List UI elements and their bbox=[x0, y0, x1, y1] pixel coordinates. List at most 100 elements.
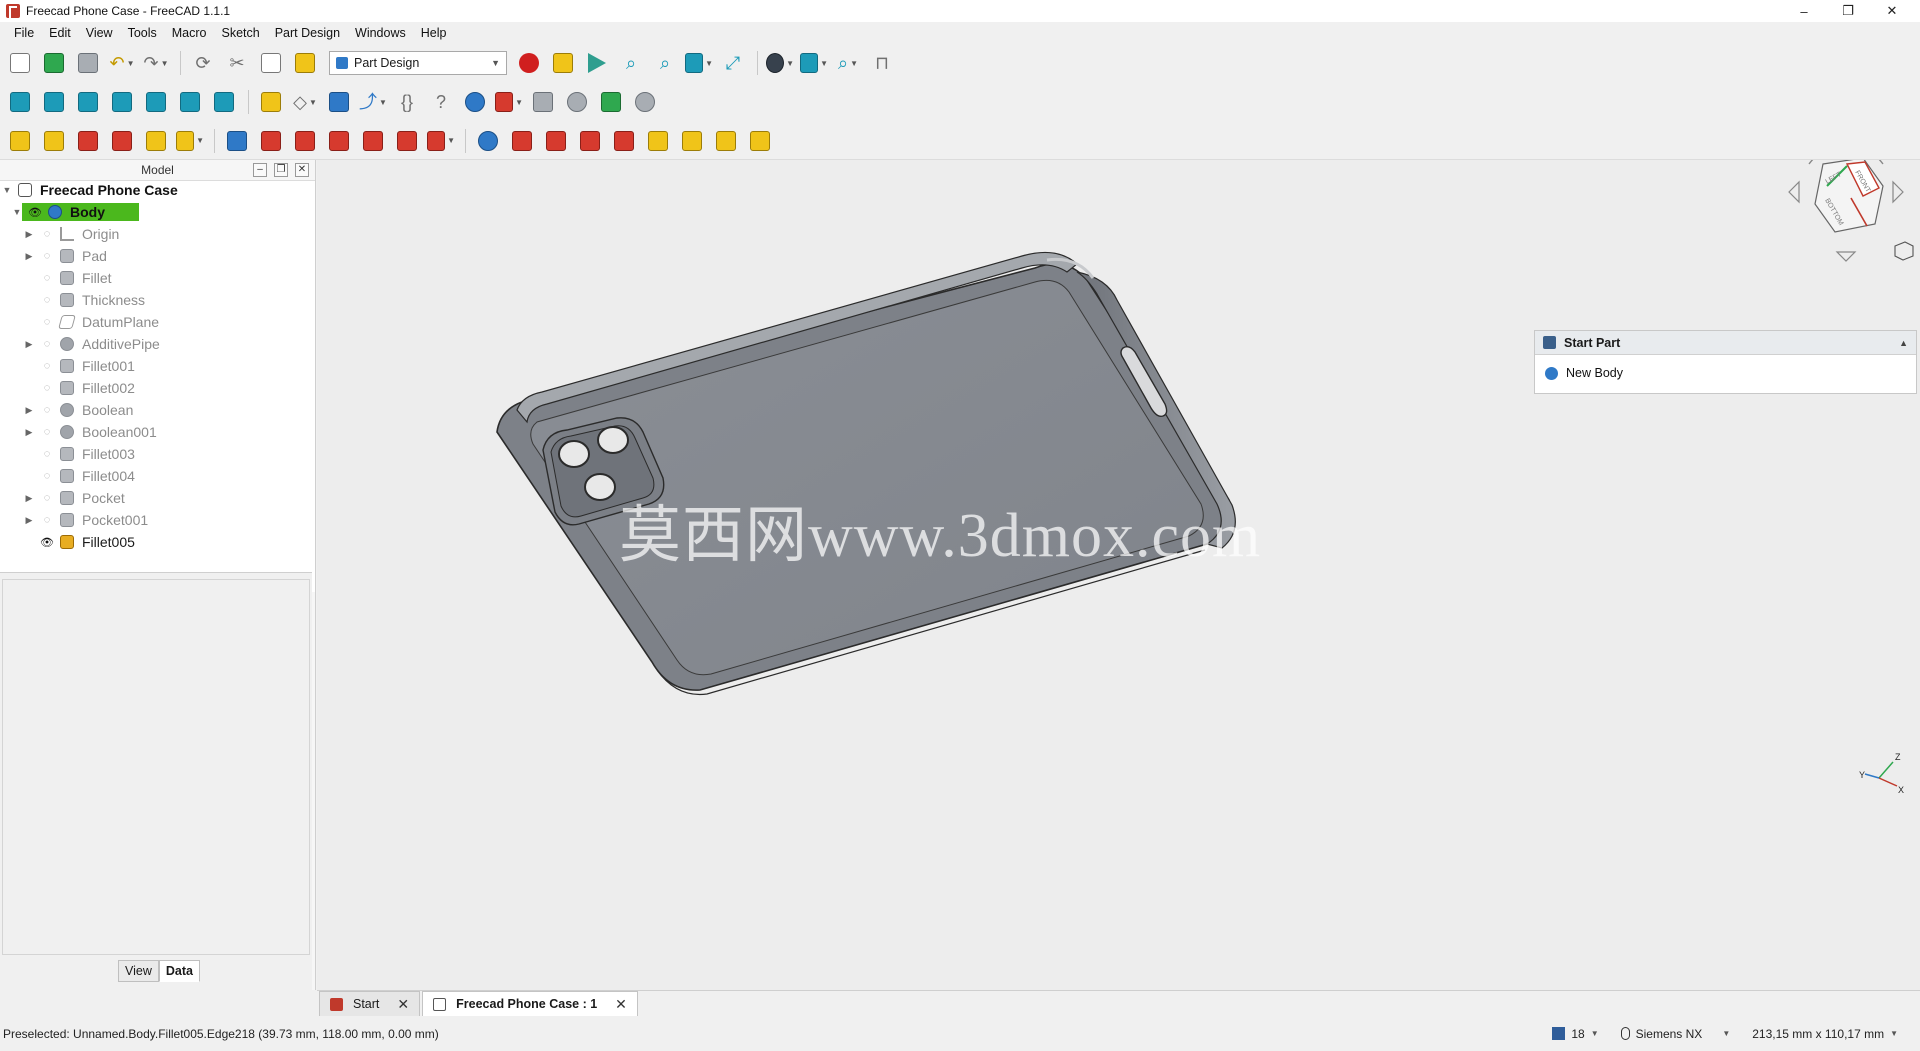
navcube-arrow-down[interactable] bbox=[1835, 251, 1857, 262]
navcube-arrow-right[interactable] bbox=[1892, 180, 1904, 204]
hidden-eye-icon[interactable]: ◌ bbox=[40, 272, 54, 284]
tree-item-fillet002[interactable]: ◌ Fillet002 bbox=[24, 377, 135, 399]
view-right-button[interactable] bbox=[108, 88, 136, 116]
view-top-button[interactable] bbox=[74, 88, 102, 116]
subtractive-pipe-button[interactable] bbox=[359, 127, 387, 155]
redo-button[interactable]: ↷ ▼ bbox=[142, 49, 170, 77]
minimize-button[interactable]: – bbox=[1782, 0, 1826, 22]
expand-arrow-icon[interactable]: ▶ bbox=[24, 251, 34, 262]
body-button[interactable] bbox=[461, 88, 489, 116]
measure-button[interactable]: ⤢ bbox=[719, 49, 747, 77]
fillet-button[interactable] bbox=[508, 127, 536, 155]
tree-item-thickness[interactable]: ◌ Thickness bbox=[24, 289, 145, 311]
hidden-eye-icon[interactable]: ◌ bbox=[40, 228, 54, 240]
tree-item-fillet004[interactable]: ◌ Fillet004 bbox=[24, 465, 135, 487]
tree-item-boolean[interactable]: ▶ ◌ Boolean bbox=[24, 399, 134, 421]
subtractive-loft-button[interactable] bbox=[325, 127, 353, 155]
expand-arrow-icon[interactable]: ▼ bbox=[2, 185, 12, 195]
additive-loft-button[interactable] bbox=[74, 127, 102, 155]
multi-transform-button[interactable] bbox=[746, 127, 774, 155]
menu-part-design[interactable]: Part Design bbox=[269, 26, 349, 40]
tree-item-fillet005[interactable]: 👁 Fillet005 bbox=[24, 531, 135, 553]
boolean-button[interactable] bbox=[474, 127, 502, 155]
navigation-cube[interactable]: LEFT FRONT BOTTOM bbox=[1771, 160, 1920, 274]
hidden-eye-icon[interactable]: ◌ bbox=[40, 448, 54, 460]
mirrored-button[interactable] bbox=[644, 127, 672, 155]
hidden-eye-icon[interactable]: ◌ bbox=[40, 426, 54, 438]
view-isometric-button[interactable] bbox=[6, 88, 34, 116]
menu-file[interactable]: File bbox=[8, 26, 43, 40]
hidden-eye-icon[interactable]: ◌ bbox=[40, 360, 54, 372]
panel-close-button[interactable]: ✕ bbox=[295, 163, 309, 177]
draw-style-button[interactable]: ▼ bbox=[685, 49, 713, 77]
hidden-eye-icon[interactable]: ◌ bbox=[40, 382, 54, 394]
hidden-eye-icon[interactable]: ◌ bbox=[40, 294, 54, 306]
fit-selection-button[interactable]: ⌕ bbox=[651, 49, 679, 77]
undo-button[interactable]: ↶ ▼ bbox=[108, 49, 136, 77]
tree-item-pocket001[interactable]: ▶ ◌ Pocket001 bbox=[24, 509, 149, 531]
subtractive-helix-button[interactable] bbox=[393, 127, 421, 155]
cut-button[interactable]: ✂ bbox=[223, 49, 251, 77]
variable-set-button[interactable]: {} bbox=[393, 88, 421, 116]
close-button[interactable]: ✕ bbox=[1870, 0, 1914, 22]
chamfer-button[interactable] bbox=[542, 127, 570, 155]
panel-float-button[interactable]: ❐ bbox=[274, 163, 288, 177]
navcube-view-menu-icon[interactable] bbox=[1894, 241, 1914, 261]
whats-this-button[interactable]: ? bbox=[427, 88, 455, 116]
hole-button[interactable] bbox=[257, 127, 285, 155]
maximize-button[interactable]: ❐ bbox=[1826, 0, 1870, 22]
draft-button[interactable] bbox=[576, 127, 604, 155]
shape-binder-button[interactable]: ▼ bbox=[495, 88, 523, 116]
tree-item-fillet003[interactable]: ◌ Fillet003 bbox=[24, 443, 135, 465]
view-bottom-button[interactable] bbox=[176, 88, 204, 116]
additive-pipe-button[interactable] bbox=[108, 127, 136, 155]
tree-item-boolean001[interactable]: ▶ ◌ Boolean001 bbox=[24, 421, 157, 443]
tree-item-fillet001[interactable]: ◌ Fillet001 bbox=[24, 355, 135, 377]
create-part-button[interactable] bbox=[257, 88, 285, 116]
thickness-button[interactable] bbox=[610, 127, 638, 155]
close-icon[interactable]: ✕ bbox=[397, 996, 409, 1013]
expand-arrow-icon[interactable]: ▶ bbox=[24, 493, 34, 504]
collapse-arrow-icon[interactable]: ▲ bbox=[1899, 338, 1908, 348]
std-view-button[interactable]: ▼ bbox=[800, 49, 828, 77]
navigation-style-selector[interactable]: Siemens NX ▼ bbox=[1620, 1027, 1730, 1041]
shape-info-button[interactable] bbox=[631, 88, 659, 116]
expand-arrow-icon[interactable]: ▶ bbox=[24, 427, 34, 438]
expand-arrow-icon[interactable]: ▶ bbox=[24, 515, 34, 526]
tree-item-additivepipe[interactable]: ▶ ◌ AdditivePipe bbox=[24, 333, 160, 355]
menu-tools[interactable]: Tools bbox=[122, 26, 166, 40]
precision-selector[interactable]: 18 ▼ bbox=[1552, 1027, 1599, 1041]
expand-arrow-icon[interactable]: ▶ bbox=[24, 339, 34, 350]
3d-viewport[interactable]: 莫西网www.3dmox.com LEFT FRONT BOTTOM Z X Y bbox=[317, 160, 1920, 990]
polar-pattern-button[interactable] bbox=[712, 127, 740, 155]
view-rear-button[interactable] bbox=[142, 88, 170, 116]
save-document-button[interactable] bbox=[74, 49, 102, 77]
view-left-button[interactable] bbox=[210, 88, 238, 116]
hidden-eye-icon[interactable]: ◌ bbox=[40, 338, 54, 350]
create-sketch-button[interactable]: ◇ ▼ bbox=[291, 88, 319, 116]
menu-macro[interactable]: Macro bbox=[166, 26, 216, 40]
tab-freecad-phone-case[interactable]: Freecad Phone Case : 1 ✕ bbox=[422, 991, 638, 1016]
tree-item-origin[interactable]: ▶ ◌ Origin bbox=[24, 223, 120, 245]
tree-item-body[interactable]: ▼ 👁 Body bbox=[12, 201, 139, 223]
panel-collapse-button[interactable]: – bbox=[253, 163, 267, 177]
menu-windows[interactable]: Windows bbox=[349, 26, 415, 40]
bounding-box-button[interactable]: ▼ bbox=[766, 49, 794, 77]
refresh-button[interactable]: ⟳ bbox=[189, 49, 217, 77]
visibility-eye-icon[interactable]: 👁 bbox=[40, 536, 54, 549]
macro-run-button[interactable] bbox=[583, 49, 611, 77]
hidden-eye-icon[interactable]: ◌ bbox=[40, 250, 54, 262]
task-panel-header[interactable]: Start Part ▲ bbox=[1535, 331, 1916, 355]
hidden-eye-icon[interactable]: ◌ bbox=[40, 492, 54, 504]
validate-sketch-button[interactable] bbox=[597, 88, 625, 116]
new-document-button[interactable] bbox=[6, 49, 34, 77]
clone-button[interactable] bbox=[529, 88, 557, 116]
macro-edit-button[interactable] bbox=[549, 49, 577, 77]
tree-item-pad[interactable]: ▶ ◌ Pad bbox=[24, 245, 107, 267]
dimension-readout[interactable]: 213,15 mm x 110,17 mm ▼ bbox=[1752, 1027, 1898, 1041]
pocket-button[interactable] bbox=[223, 127, 251, 155]
subtractive-primitive-button[interactable]: ▼ bbox=[427, 127, 455, 155]
view-front-button[interactable] bbox=[40, 88, 68, 116]
linear-pattern-button[interactable] bbox=[678, 127, 706, 155]
tab-data[interactable]: Data bbox=[158, 960, 200, 982]
